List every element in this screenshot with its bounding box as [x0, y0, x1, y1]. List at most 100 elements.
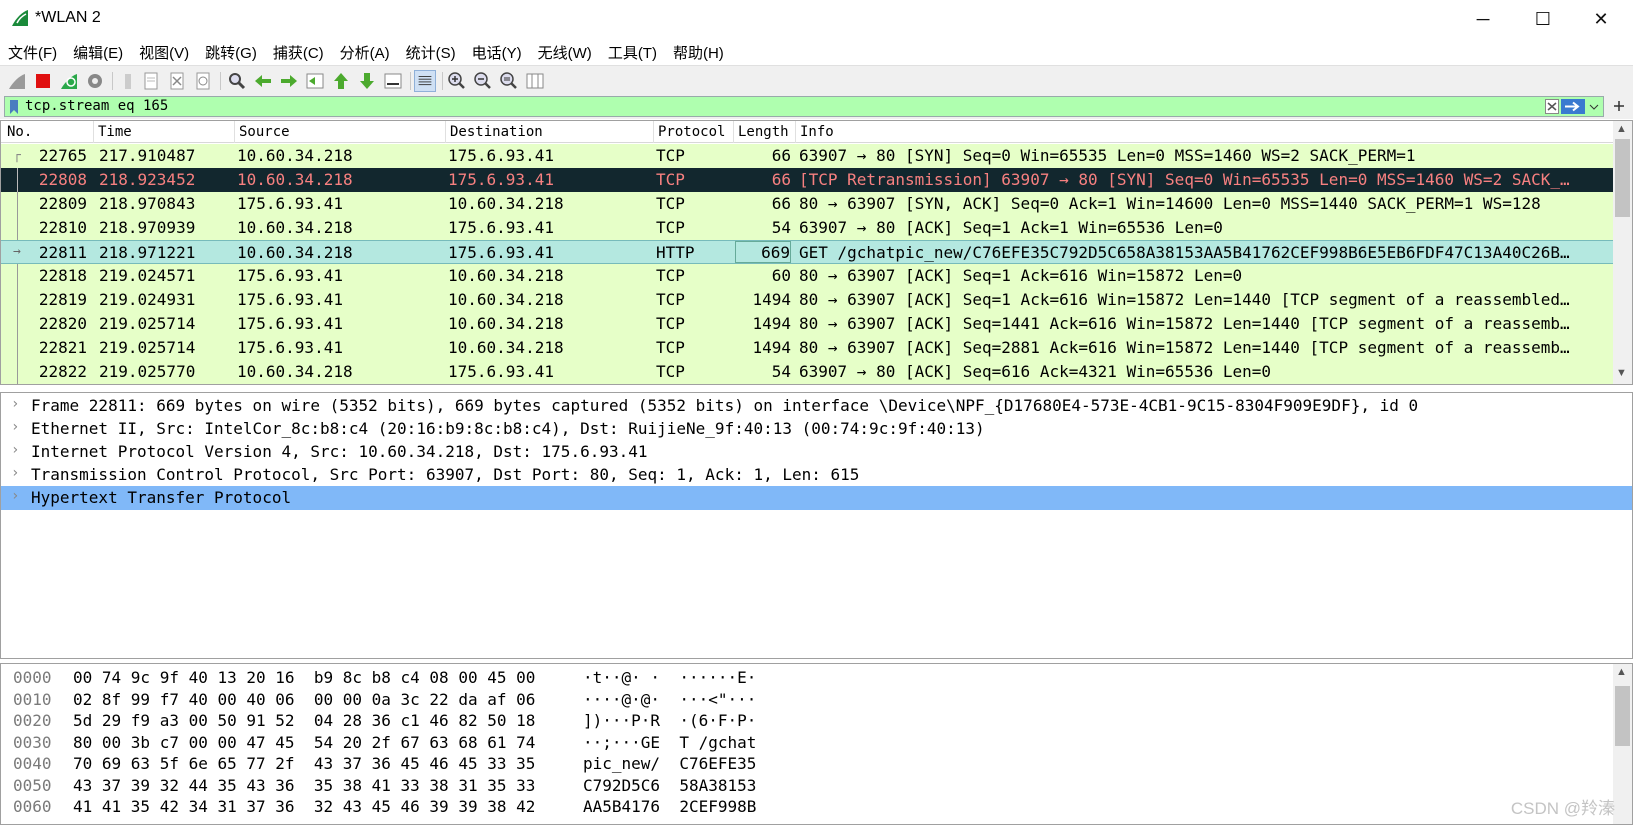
scroll-down-icon[interactable]: ▼: [1616, 367, 1627, 379]
packet-row[interactable]: 22809 218.970843 175.6.93.41 10.60.34.218 TC…: [1, 192, 1613, 216]
expand-chevron-icon[interactable]: ›: [11, 396, 19, 412]
column-header-time[interactable]: Time: [98, 124, 132, 140]
scroll-up-icon[interactable]: ▲: [1616, 123, 1627, 135]
column-header-source[interactable]: Source: [239, 124, 290, 140]
column-divider[interactable]: [234, 121, 235, 143]
menu-tools[interactable]: 工具(T): [608, 42, 657, 63]
column-divider[interactable]: [445, 121, 446, 143]
expand-chevron-icon[interactable]: ›: [11, 465, 19, 481]
last-packet-icon[interactable]: [356, 70, 378, 92]
menu-capture[interactable]: 捕获(C): [273, 42, 324, 63]
go-forward-icon[interactable]: [278, 70, 300, 92]
bookmark-icon[interactable]: [9, 99, 19, 115]
open-file-icon[interactable]: [118, 70, 140, 92]
auto-scroll-icon[interactable]: [382, 70, 404, 92]
column-divider[interactable]: [795, 121, 796, 143]
column-divider[interactable]: [733, 121, 734, 143]
detail-tree-item[interactable]: › Hypertext Transfer Protocol: [1, 486, 1632, 510]
menu-telephony[interactable]: 电话(Y): [472, 42, 522, 63]
capture-options-icon[interactable]: [84, 70, 106, 92]
hex-offset[interactable]: 0060: [13, 797, 52, 816]
packet-row[interactable]: 22810 218.970939 10.60.34.218 175.6.93.41 TC…: [1, 216, 1613, 240]
scroll-thumb[interactable]: [1615, 139, 1630, 217]
save-file-icon[interactable]: [140, 70, 162, 92]
ascii-bytes[interactable]: ··;···GE T /gchat: [583, 733, 756, 752]
hex-offset[interactable]: 0030: [13, 733, 52, 752]
ascii-bytes[interactable]: pic_new/ C76EFE35: [583, 754, 756, 773]
packet-row[interactable]: 22822 219.025770 10.60.34.218 175.6.93.41 TC…: [1, 360, 1613, 384]
ascii-bytes[interactable]: ])···P·R ·(6·F·P·: [583, 711, 756, 730]
menu-go[interactable]: 跳转(G): [205, 42, 257, 63]
close-file-icon[interactable]: [166, 70, 188, 92]
hex-offset[interactable]: 0000: [13, 668, 52, 687]
zoom-out-icon[interactable]: [472, 70, 494, 92]
menu-analyze[interactable]: 分析(A): [340, 42, 390, 63]
hex-bytes[interactable]: 5d 29 f9 a3 00 50 91 52 04 28 36 c1 46 8…: [73, 711, 535, 730]
menu-view[interactable]: 视图(V): [139, 42, 189, 63]
go-to-packet-icon[interactable]: [304, 70, 326, 92]
column-header-destination[interactable]: Destination: [450, 124, 543, 140]
display-filter-input[interactable]: tcp.stream eq 165: [4, 96, 1604, 117]
column-header-length[interactable]: Length: [738, 124, 789, 140]
hex-bytes[interactable]: 02 8f 99 f7 40 00 40 06 00 00 0a 3c 22 d…: [73, 690, 535, 709]
column-header-info[interactable]: Info: [800, 124, 834, 140]
packet-row[interactable]: 22818 219.024571 175.6.93.41 10.60.34.218 TC…: [1, 264, 1613, 288]
start-capture-icon[interactable]: [6, 70, 28, 92]
ascii-bytes[interactable]: AA5B4176 2CEF998B: [583, 797, 756, 816]
ascii-bytes[interactable]: C792D5C6 58A38153: [583, 776, 756, 795]
menu-help[interactable]: 帮助(H): [673, 42, 724, 63]
packet-row[interactable]: 22821 219.025714 175.6.93.41 10.60.34.218 TC…: [1, 336, 1613, 360]
detail-tree-item[interactable]: › Transmission Control Protocol, Src Port…: [1, 463, 1632, 487]
filter-history-dropdown-icon[interactable]: [1589, 103, 1599, 111]
detail-tree-item[interactable]: › Internet Protocol Version 4, Src: 10.60…: [1, 440, 1632, 464]
add-filter-button-icon[interactable]: [1612, 98, 1626, 114]
clear-filter-icon[interactable]: [1545, 99, 1559, 114]
hex-bytes[interactable]: 41 41 35 42 34 31 37 36 32 43 45 46 39 3…: [73, 797, 535, 816]
maximize-button[interactable]: ☐: [1520, 0, 1566, 38]
column-header-no[interactable]: No.: [7, 124, 32, 140]
ascii-bytes[interactable]: ····@·@· ···<"···: [583, 690, 756, 709]
packet-list-scrollbar[interactable]: ▲ ▼: [1613, 121, 1632, 384]
packet-row[interactable]: 22819 219.024931 175.6.93.41 10.60.34.218 TC…: [1, 288, 1613, 312]
stop-capture-icon[interactable]: [32, 70, 54, 92]
packet-row[interactable]: 22808 218.923452 10.60.34.218 175.6.93.41 TC…: [1, 168, 1613, 192]
resize-columns-icon[interactable]: [524, 70, 546, 92]
hex-offset[interactable]: 0050: [13, 776, 52, 795]
detail-tree-item[interactable]: › Ethernet II, Src: IntelCor_8c:b8:c4 (20…: [1, 417, 1632, 441]
packet-row[interactable]: 22811 218.971221 10.60.34.218 175.6.93.41 HT…: [1, 240, 1613, 264]
menu-wireless[interactable]: 无线(W): [538, 42, 592, 63]
column-divider[interactable]: [93, 121, 94, 143]
expand-chevron-icon[interactable]: ›: [11, 488, 19, 504]
zoom-in-icon[interactable]: [446, 70, 468, 92]
hex-bytes[interactable]: 00 74 9c 9f 40 13 20 16 b9 8c b8 c4 08 0…: [73, 668, 535, 687]
first-packet-icon[interactable]: [330, 70, 352, 92]
hex-bytes[interactable]: 43 37 39 32 44 35 43 36 35 38 41 33 38 3…: [73, 776, 535, 795]
menu-file[interactable]: 文件(F): [8, 42, 57, 63]
menu-statistics[interactable]: 统计(S): [406, 42, 456, 63]
close-button[interactable]: ✕: [1578, 0, 1624, 38]
hex-bytes[interactable]: 80 00 3b c7 00 00 47 45 54 20 2f 67 63 6…: [73, 733, 535, 752]
hex-offset[interactable]: 0010: [13, 690, 52, 709]
scroll-up-icon[interactable]: ▲: [1616, 666, 1627, 678]
detail-tree-item[interactable]: › Frame 22811: 669 bytes on wire (5352 bi…: [1, 394, 1632, 418]
colorize-icon[interactable]: [414, 70, 436, 92]
expand-chevron-icon[interactable]: ›: [11, 419, 19, 435]
packet-row[interactable]: 22765 217.910487 10.60.34.218 175.6.93.41 TC…: [1, 144, 1613, 168]
ascii-bytes[interactable]: ·t··@· · ······E·: [583, 668, 756, 687]
hex-offset[interactable]: 0040: [13, 754, 52, 773]
apply-filter-icon[interactable]: [1561, 99, 1585, 114]
find-packet-icon[interactable]: [226, 70, 248, 92]
column-divider[interactable]: [653, 121, 654, 143]
normal-size-icon[interactable]: [498, 70, 520, 92]
bytes-scrollbar[interactable]: ▲: [1613, 664, 1632, 824]
expand-chevron-icon[interactable]: ›: [11, 442, 19, 458]
hex-bytes[interactable]: 70 69 63 5f 6e 65 77 2f 43 37 36 45 46 4…: [73, 754, 535, 773]
hex-offset[interactable]: 0020: [13, 711, 52, 730]
column-header-protocol[interactable]: Protocol: [658, 124, 725, 140]
reload-file-icon[interactable]: [192, 70, 214, 92]
scroll-thumb[interactable]: [1615, 686, 1630, 746]
restart-capture-icon[interactable]: [58, 70, 80, 92]
minimize-button[interactable]: ─: [1460, 0, 1506, 38]
go-back-icon[interactable]: [252, 70, 274, 92]
menu-edit[interactable]: 编辑(E): [73, 42, 123, 63]
